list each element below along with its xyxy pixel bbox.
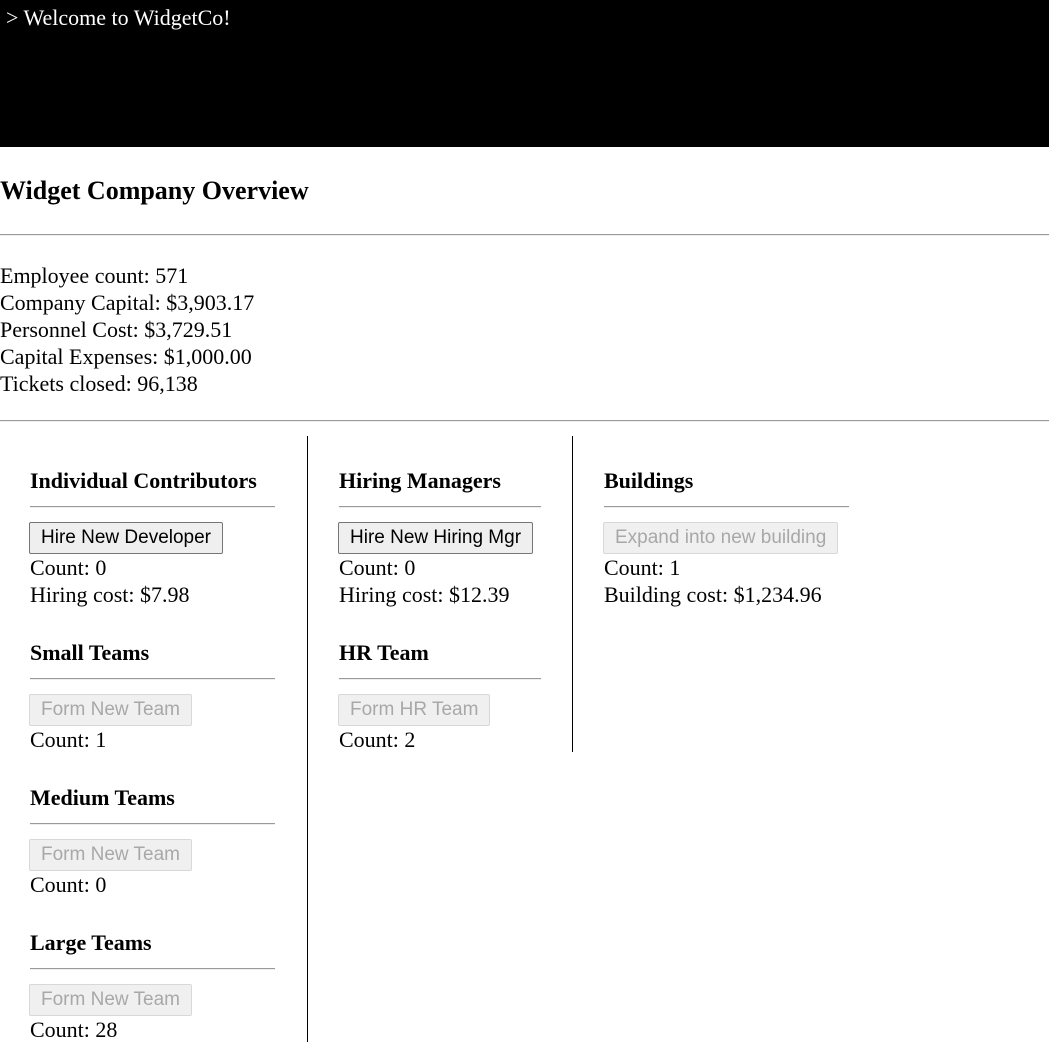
overview-title: Widget Company Overview — [0, 176, 309, 205]
overview-divider-bottom — [0, 420, 1049, 422]
hire-hiring-manager-button[interactable]: Hire New Hiring Mgr — [338, 522, 534, 554]
section-title: Buildings — [604, 468, 694, 493]
form-hr-team-button[interactable]: Form HR Team — [338, 694, 491, 726]
column-divider-2 — [572, 436, 573, 752]
expand-building-button[interactable]: Expand into new building — [603, 522, 839, 554]
console-message: > Welcome to WidgetCo! — [6, 5, 231, 30]
form-small-team-button[interactable]: Form New Team — [29, 694, 193, 726]
developer-hiring-cost: Hiring cost: $7.98 — [30, 582, 190, 607]
stat-company-capital: Company Capital: $3,903.17 — [0, 290, 255, 315]
form-medium-team-button[interactable]: Form New Team — [29, 839, 193, 871]
stat-employee-count: Employee count: 571 — [0, 263, 189, 288]
section-title: Medium Teams — [30, 785, 175, 810]
section-divider — [339, 506, 541, 508]
section-divider — [339, 678, 541, 680]
section-title: Hiring Managers — [339, 468, 501, 493]
overview-divider-top — [0, 234, 1049, 236]
column-divider-1 — [307, 436, 308, 1042]
section-divider — [30, 823, 275, 825]
form-large-team-button[interactable]: Form New Team — [29, 984, 193, 1016]
section-title: HR Team — [339, 640, 429, 665]
stat-personnel-cost: Personnel Cost: $3,729.51 — [0, 317, 233, 342]
large-team-count: Count: 28 — [30, 1017, 118, 1042]
small-team-count: Count: 1 — [30, 727, 107, 752]
stat-tickets-closed: Tickets closed: 96,138 — [0, 371, 198, 396]
section-divider — [30, 678, 275, 680]
section-divider — [30, 506, 275, 508]
stat-capital-expenses: Capital Expenses: $1,000.00 — [0, 344, 252, 369]
section-title: Individual Contributors — [30, 468, 257, 493]
hiring-manager-cost: Hiring cost: $12.39 — [339, 582, 510, 607]
hire-developer-button[interactable]: Hire New Developer — [29, 522, 224, 554]
section-title: Small Teams — [30, 640, 150, 665]
medium-team-count: Count: 0 — [30, 872, 107, 897]
section-divider — [30, 968, 275, 970]
hiring-manager-count: Count: 0 — [339, 555, 416, 580]
hr-team-count: Count: 2 — [339, 727, 416, 752]
section-divider — [604, 506, 849, 508]
developer-count: Count: 0 — [30, 555, 107, 580]
section-title: Large Teams — [30, 930, 152, 955]
building-cost: Building cost: $1,234.96 — [604, 582, 822, 607]
building-count: Count: 1 — [604, 555, 681, 580]
console-panel: > Welcome to WidgetCo! — [0, 0, 1049, 147]
company-stats: Employee count: 571 Company Capital: $3,… — [0, 262, 254, 397]
